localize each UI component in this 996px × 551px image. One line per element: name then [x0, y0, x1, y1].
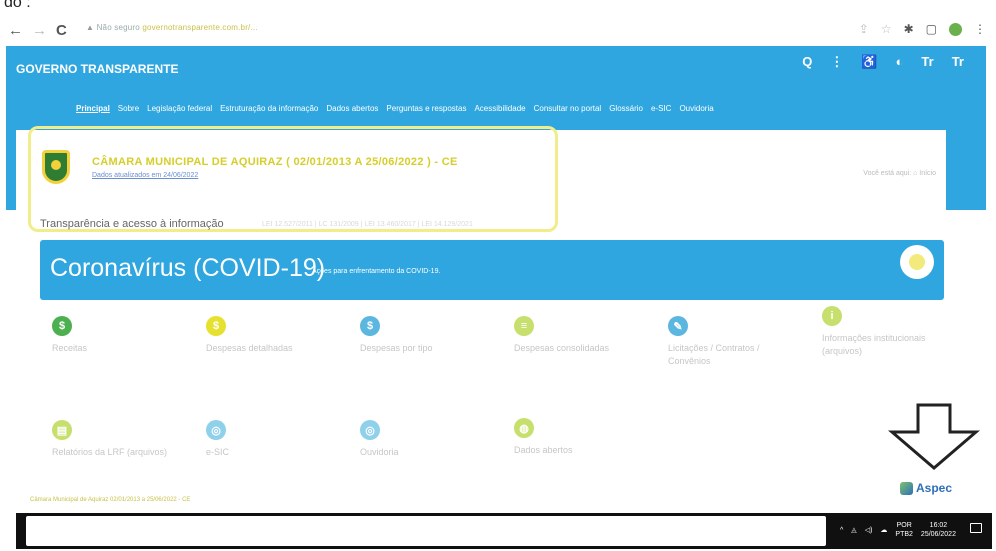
service-tile[interactable]: ▤ Relatórios da LRF (arquivos) [52, 420, 172, 459]
covid-title: Coronavírus (COVID-19) [50, 254, 326, 282]
language-bottom: PTB2 [895, 531, 913, 538]
service-tile[interactable]: ≡ Despesas consolidadas [514, 316, 634, 355]
language-indicator[interactable]: POR PTB2 [895, 521, 913, 539]
covid-subtitle: Ações para enfrentamento da COVID-19. [312, 268, 441, 275]
clock-date: 25/06/2022 [920, 531, 956, 538]
service-tile-label: Despesas por tipo [360, 343, 433, 353]
highlight-box [28, 126, 558, 232]
breadcrumb[interactable]: Você está aqui: ⌂ Início [863, 170, 936, 177]
back-icon[interactable]: ← [8, 22, 23, 39]
service-tile-label: Despesas consolidadas [514, 343, 610, 353]
service-tile-label: Ouvidoria [360, 447, 399, 457]
aspec-logo-icon [900, 481, 913, 495]
url-text: governotransparente.com.br/... [142, 23, 258, 32]
menu-item-glossario[interactable]: Glossário [609, 104, 643, 113]
service-tile[interactable]: ◍ Dados abertos [514, 418, 634, 457]
taskbar: ^ ◬ ◁) ☁ POR PTB2 16:02 25/06/2022 [16, 513, 992, 549]
accessibility-icon[interactable]: ♿ [861, 54, 877, 70]
transparency-laws: LEI 12.527/2011 | LC 131/2009 | LEI 13.4… [262, 221, 473, 228]
star-icon[interactable]: ☆ [881, 22, 892, 36]
contrast-icon[interactable]: ◐ [896, 54, 904, 70]
service-tile[interactable]: $ Receitas [52, 316, 172, 355]
site-brand[interactable]: GOVERNO TRANSPARENTE [16, 62, 178, 76]
network-icon[interactable]: ◬ [851, 526, 856, 534]
data-icon: ◍ [514, 418, 534, 438]
vendor-name: Aspec [916, 481, 953, 495]
menu-item-sobre[interactable]: Sobre [118, 104, 139, 113]
main-menu: Principal Sobre Legislação federal Estru… [76, 104, 714, 113]
entity-update-link[interactable]: Dados atualizados em 24/06/2022 [92, 172, 198, 179]
notifications-icon[interactable] [970, 523, 982, 533]
menu-item-legislacao[interactable]: Legislação federal [147, 104, 212, 113]
more-icon[interactable]: ⋮ [830, 54, 843, 70]
menu-item-principal[interactable]: Principal [76, 104, 110, 113]
dollar-icon: $ [52, 316, 72, 336]
search-icon[interactable]: Q [802, 54, 812, 70]
covid-badge-icon [900, 245, 934, 279]
coat-of-arms-icon [42, 150, 70, 184]
footer-note: Câmara Municipal de Aquiraz 02/01/2013 a… [30, 497, 191, 503]
extensions-icon[interactable]: ✱ [904, 22, 914, 36]
tray-arrow-icon[interactable]: ^ [840, 527, 843, 534]
menu-item-consultar[interactable]: Consultar no portal [534, 104, 602, 113]
service-tile[interactable]: ◎ e-SIC [206, 420, 326, 459]
money-icon: $ [360, 316, 380, 336]
font-decrease-icon[interactable]: Tr [921, 54, 933, 70]
service-tile-label: Informações institucionais (arquivos) [822, 333, 926, 356]
info-icon: i [822, 306, 842, 326]
esic-icon: ◎ [206, 420, 226, 440]
menu-item-dados-abertos[interactable]: Dados abertos [326, 104, 378, 113]
service-tile-label: e-SIC [206, 447, 230, 457]
service-tile[interactable]: i Informações institucionais (arquivos) [822, 306, 942, 358]
cloud-icon[interactable]: ☁ [880, 526, 887, 534]
warning-icon: ▲ [86, 23, 95, 32]
coin-icon: $ [206, 316, 226, 336]
service-tile-label: Despesas detalhadas [206, 343, 293, 353]
service-tile[interactable]: ◎ Ouvidoria [360, 420, 480, 459]
service-tile[interactable]: $ Despesas detalhadas [206, 316, 326, 355]
menu-item-estruturacao[interactable]: Estruturação da informação [220, 104, 318, 113]
pencil-icon: ✎ [668, 316, 688, 336]
list-icon: ≡ [514, 316, 534, 336]
menu-item-esic[interactable]: e-SIC [651, 104, 671, 113]
service-tile-label: Dados abertos [514, 445, 573, 455]
covid-banner[interactable]: Coronavírus (COVID-19) Ações para enfren… [40, 240, 944, 300]
system-tray: ^ ◬ ◁) ☁ POR PTB2 16:02 25/06/2022 [840, 521, 956, 539]
service-tile[interactable]: ✎ Licitações / Contratos / Convênios [668, 316, 788, 368]
document-fragment-text: do : [4, 0, 31, 11]
service-tile-label: Receitas [52, 343, 88, 353]
service-tile[interactable]: $ Despesas por tipo [360, 316, 480, 355]
report-icon: ▤ [52, 420, 72, 440]
language-top: POR [896, 522, 912, 529]
volume-icon[interactable]: ◁) [865, 526, 873, 534]
menu-item-acessibilidade[interactable]: Acessibilidade [474, 104, 525, 113]
ouvidoria-icon: ◎ [360, 420, 380, 440]
down-arrow-icon [888, 403, 980, 470]
menu-item-perguntas[interactable]: Perguntas e respostas [386, 104, 466, 113]
service-tile-label: Relatórios da LRF (arquivos) [52, 447, 168, 457]
window-icon[interactable]: ▢ [926, 22, 937, 36]
transparency-label: Transparência e acesso à informação [40, 218, 224, 230]
entity-name: CÂMARA MUNICIPAL DE AQUIRAZ ( 02/01/2013… [92, 156, 458, 168]
forward-icon[interactable]: → [32, 22, 47, 39]
address-bar[interactable]: ▲ Não seguro governotransparente.com.br/… [86, 23, 258, 32]
clock[interactable]: 16:02 25/06/2022 [921, 521, 956, 539]
share-icon[interactable]: ⇪ [859, 22, 869, 36]
browser-toolbar: ← → C ▲ Não seguro governotransparente.c… [0, 14, 996, 44]
menu-item-ouvidoria[interactable]: Ouvidoria [679, 104, 713, 113]
service-tile-label: Licitações / Contratos / Convênios [668, 343, 760, 366]
menu-icon[interactable]: ⋮ [974, 22, 986, 36]
reload-icon[interactable]: C [56, 22, 67, 39]
font-increase-icon[interactable]: Tr [952, 54, 964, 70]
profile-icon[interactable] [949, 22, 962, 36]
taskbar-search-box[interactable] [26, 516, 826, 546]
clock-time: 16:02 [929, 522, 948, 529]
vendor-logo[interactable]: Aspec [900, 481, 952, 495]
security-label: Não seguro [96, 23, 140, 32]
